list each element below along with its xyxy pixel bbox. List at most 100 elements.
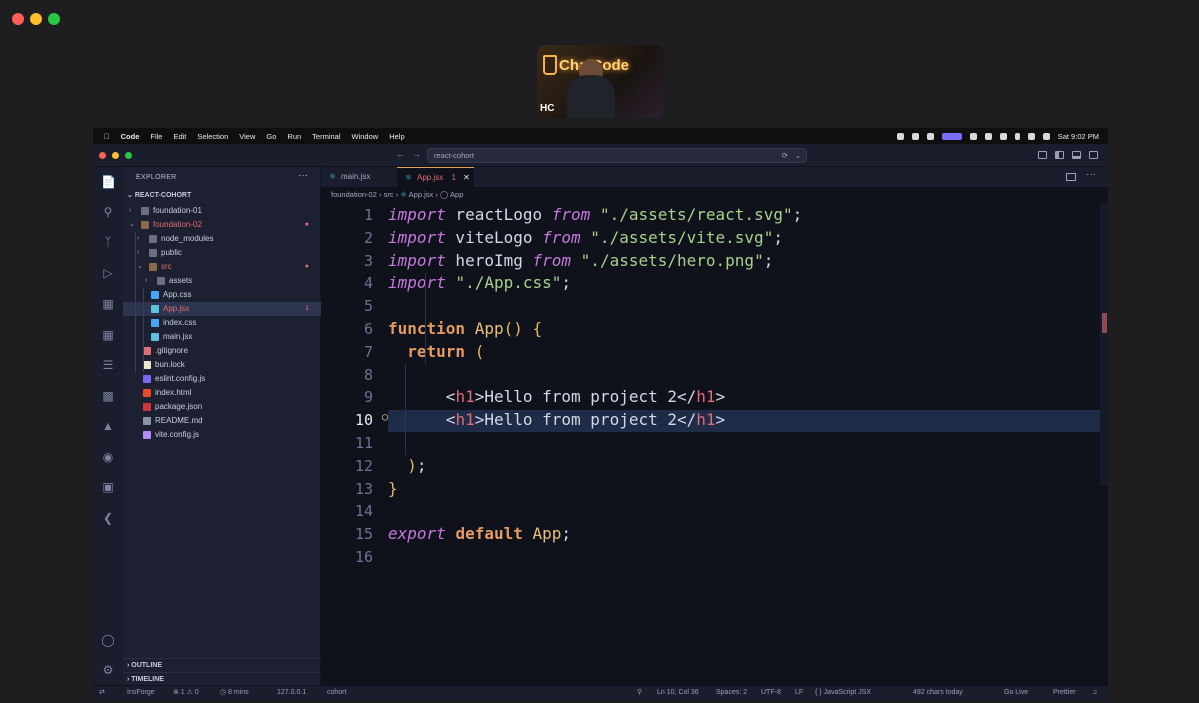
run-debug-icon[interactable]: ▷ — [101, 266, 115, 280]
status-icon[interactable] — [926, 132, 934, 140]
tree-folder[interactable]: › node_modules — [123, 232, 321, 246]
status-icon[interactable] — [969, 132, 977, 140]
menu-help[interactable]: Help — [389, 132, 404, 141]
menu-edit[interactable]: Edit — [173, 132, 186, 141]
tree-file[interactable]: package.json — [123, 400, 321, 414]
split-editor-icon[interactable] — [1066, 173, 1076, 181]
bell-icon[interactable]: ♫ — [1092, 686, 1097, 700]
project-status[interactable]: cohort — [327, 686, 346, 700]
bluetooth-icon[interactable] — [1014, 132, 1020, 140]
extensions-icon[interactable]: ▦ — [101, 297, 115, 311]
tree-file[interactable]: App.css — [123, 288, 321, 302]
breadcrumb-item[interactable]: App.jsx — [409, 190, 434, 199]
code-line[interactable]: function App() { — [388, 319, 542, 338]
tree-folder[interactable]: › public — [123, 246, 321, 260]
layers-icon[interactable]: ☰ — [101, 358, 115, 372]
problems-status[interactable]: ⊗ 1 ⚠ 0 — [173, 686, 199, 700]
menu-app[interactable]: Code — [121, 132, 140, 141]
tree-file[interactable]: bun.lock — [123, 358, 321, 372]
breadcrumb-item[interactable]: foundation-02 — [331, 190, 377, 199]
language-mode[interactable]: { } JavaScript JSX — [815, 686, 871, 700]
status-icon[interactable] — [911, 132, 919, 140]
tree-file[interactable]: eslint.config.js — [123, 372, 321, 386]
zoom-window-button[interactable] — [48, 13, 60, 25]
code-line[interactable]: import heroImg from "./assets/hero.png"; — [388, 251, 773, 270]
tree-folder[interactable]: › foundation-01 — [123, 204, 321, 218]
customize-layout-icon[interactable] — [1089, 151, 1098, 159]
more-actions-icon[interactable]: ··· — [298, 170, 308, 181]
go-live-button[interactable]: Go Live — [1004, 686, 1028, 700]
tree-file[interactable]: vite.config.js — [123, 428, 321, 442]
breadcrumb-item[interactable]: App — [450, 190, 463, 199]
menubar-clock[interactable]: Sat 9:02 PM — [1058, 132, 1099, 141]
forward-arrow-icon[interactable]: → — [412, 149, 421, 159]
menu-selection[interactable]: Selection — [197, 132, 228, 141]
tailwind-icon[interactable]: ▲ — [101, 419, 115, 433]
battery-icon[interactable] — [999, 132, 1007, 140]
outline-section[interactable]: › OUTLINE — [123, 658, 321, 671]
python-icon[interactable]: ◉ — [101, 450, 115, 464]
flutter-icon[interactable]: ❮ — [101, 511, 115, 525]
wifi-icon[interactable] — [1027, 132, 1035, 140]
tree-file[interactable]: index.css — [123, 316, 321, 330]
code-line[interactable]: import viteLogo from "./assets/vite.svg"… — [388, 228, 783, 247]
explorer-icon[interactable]: 📄 — [101, 175, 116, 189]
scrollbar[interactable] — [1100, 203, 1108, 486]
vscode-zoom-button[interactable] — [125, 152, 132, 159]
apple-icon[interactable]:  — [104, 132, 110, 141]
chevron-down-icon[interactable]: ⌄ — [795, 149, 801, 162]
line-ending[interactable]: LF — [795, 686, 803, 700]
minimize-window-button[interactable] — [30, 13, 42, 25]
chars-today[interactable]: 492 chars today — [913, 686, 963, 700]
tab-main-jsx[interactable]: ⚛ main.jsx — [321, 167, 397, 187]
prettier-status[interactable]: Prettier — [1053, 686, 1076, 700]
project-header[interactable]: ⌄ REACT-COHORT — [123, 189, 321, 202]
server-host[interactable]: 127.0.0.1 — [277, 686, 306, 700]
toggle-panel-icon[interactable] — [1072, 151, 1081, 159]
terminal-icon[interactable]: ▩ — [101, 389, 115, 403]
close-window-button[interactable] — [12, 13, 24, 25]
code-line[interactable]: import "./App.css"; — [388, 273, 571, 292]
vscode-minimize-button[interactable] — [112, 152, 119, 159]
menu-run[interactable]: Run — [287, 132, 301, 141]
code-line[interactable]: <h1>Hello from project 2</h1> — [388, 387, 725, 406]
copilot-icon[interactable]: ⟳ — [782, 149, 788, 162]
settings-gear-icon[interactable]: ⚙ — [101, 663, 115, 677]
tree-file[interactable]: .gitignore — [123, 344, 321, 358]
search-icon[interactable]: ⚲ — [101, 205, 115, 219]
remote-icon[interactable]: ⇄ — [99, 686, 105, 700]
code-editor[interactable]: ◯ 1 import reactLogo from "./assets/react… — [321, 203, 1108, 685]
search-icon[interactable]: ⚲ — [637, 686, 642, 700]
control-center-icon[interactable] — [1042, 132, 1050, 140]
docker-icon[interactable]: ▣ — [101, 480, 115, 494]
code-line[interactable]: return ( — [388, 342, 484, 361]
cursor-position[interactable]: Ln 10, Col 36 — [657, 686, 699, 700]
tab-app-jsx[interactable]: ⚛ App.jsx 1 ✕ — [397, 167, 474, 187]
tree-file[interactable]: main.jsx — [123, 330, 321, 344]
status-icon[interactable] — [941, 132, 962, 140]
tree-folder[interactable]: › assets — [123, 274, 321, 288]
source-control-icon[interactable]: ᛉ — [101, 235, 115, 249]
status-icon[interactable] — [984, 132, 992, 140]
toggle-sidebar-icon[interactable] — [1038, 151, 1047, 159]
breadcrumb-item[interactable]: src — [384, 190, 394, 199]
back-arrow-icon[interactable]: ← — [396, 149, 405, 159]
tree-folder[interactable]: ⌄ src ● — [123, 260, 321, 274]
account-icon[interactable]: ◯ — [101, 633, 115, 647]
menu-window[interactable]: Window — [352, 132, 379, 141]
tree-folder[interactable]: ⌄ foundation-02 ● — [123, 218, 321, 232]
indentation[interactable]: Spaces: 2 — [716, 686, 747, 700]
code-line[interactable]: export default App; — [388, 524, 571, 543]
more-actions-icon[interactable]: ··· — [1086, 169, 1096, 180]
time-tracking[interactable]: ◷ 8 mins — [220, 686, 249, 700]
tree-file[interactable]: index.html — [123, 386, 321, 400]
menu-go[interactable]: Go — [266, 132, 276, 141]
encoding[interactable]: UTF-8 — [761, 686, 781, 700]
insforge-status[interactable]: InsForge — [127, 686, 155, 700]
code-line[interactable]: } — [388, 479, 398, 498]
command-center-search[interactable]: react-cohort ⟳ ⌄ — [427, 148, 807, 163]
menu-terminal[interactable]: Terminal — [312, 132, 340, 141]
status-icon[interactable] — [896, 132, 904, 140]
timeline-section[interactable]: › TIMELINE — [123, 672, 321, 685]
code-line[interactable]: <h1>Hello from project 2</h1> — [388, 410, 725, 429]
